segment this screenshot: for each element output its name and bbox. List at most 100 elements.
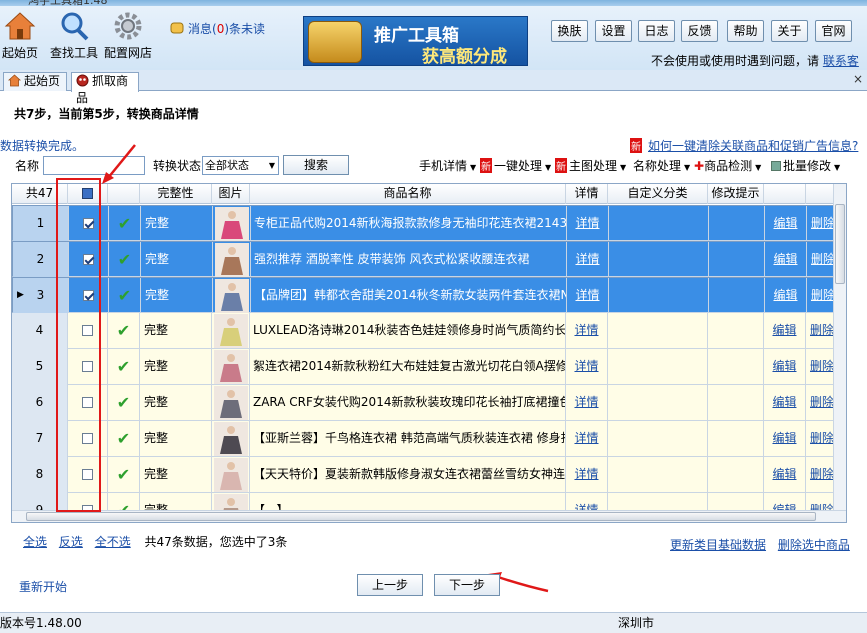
row-checkbox[interactable] bbox=[83, 254, 94, 265]
vertical-scrollbar[interactable] bbox=[833, 184, 846, 512]
delete-link[interactable]: 删除 bbox=[810, 395, 834, 409]
custom-category-cell[interactable] bbox=[609, 278, 709, 314]
row-checkbox[interactable] bbox=[82, 469, 93, 480]
prev-step-button[interactable]: 上一步 bbox=[357, 574, 423, 596]
edit-link[interactable]: 编辑 bbox=[772, 395, 796, 409]
edit-link[interactable]: 编辑 bbox=[772, 323, 796, 337]
product-thumbnail[interactable] bbox=[214, 243, 249, 277]
detail-link[interactable]: 详情 bbox=[574, 323, 598, 337]
table-row[interactable]: ▶ 3 ✔ 完整 【品牌团】韩都衣舍甜美2014秋冬新款女装两件套连衣裙NW... 详情编… bbox=[12, 277, 846, 314]
detail-link[interactable]: 详情 bbox=[574, 431, 598, 445]
goods-name-cell[interactable]: LUXLEAD洛诗琳2014秋装杏色娃娃领修身时尚气质简约长袖连... bbox=[250, 313, 566, 349]
goods-check-menu[interactable]: ✚商品检测 ▼ bbox=[694, 157, 761, 174]
table-row[interactable]: 1 ✔ 完整 专柜正品代购2014新秋海报款款修身无袖印花连衣裙2143082... 详… bbox=[12, 205, 846, 242]
image-cell[interactable] bbox=[212, 313, 250, 349]
image-cell[interactable] bbox=[213, 278, 251, 314]
vertical-scroll-thumb[interactable] bbox=[835, 204, 845, 284]
image-cell[interactable] bbox=[213, 206, 251, 242]
find-tools-button[interactable]: 查找工具 bbox=[50, 10, 98, 61]
feedback-button[interactable]: 反馈 bbox=[681, 20, 718, 42]
header-select-all[interactable] bbox=[68, 184, 108, 204]
delete-link[interactable]: 删除 bbox=[811, 288, 835, 302]
edit-link[interactable]: 编辑 bbox=[773, 252, 797, 266]
goods-name-cell[interactable]: 絮连衣裙2014新款秋粉红大布娃娃复古激光切花白领A摆修身... bbox=[250, 349, 566, 385]
row-select-cell[interactable] bbox=[68, 313, 108, 349]
delete-link[interactable]: 删除 bbox=[810, 323, 834, 337]
row-checkbox[interactable] bbox=[83, 218, 94, 229]
select-none-link[interactable]: 全不选 bbox=[95, 535, 131, 549]
custom-category-cell[interactable] bbox=[608, 385, 708, 421]
row-checkbox[interactable] bbox=[82, 433, 93, 444]
goods-name-cell[interactable]: 【天天特价】夏装新款韩版修身淑女连衣裙蕾丝雪纺女神连衣... bbox=[250, 457, 566, 493]
message-indicator[interactable]: 消息(0)条未读 bbox=[170, 20, 265, 37]
delete-link[interactable]: 删除 bbox=[810, 431, 834, 445]
log-button[interactable]: 日志 bbox=[638, 20, 675, 42]
about-button[interactable]: 关于 bbox=[771, 20, 808, 42]
row-select-cell[interactable] bbox=[68, 349, 108, 385]
product-thumbnail[interactable] bbox=[213, 458, 248, 492]
detail-link[interactable]: 详情 bbox=[574, 395, 598, 409]
goods-name-cell[interactable]: ZARA CRF女装代购2014新款秋装玫瑰印花长袖打底裙撞色弹... bbox=[250, 385, 566, 421]
promo-banner[interactable]: 推广工具箱 获高额分成 bbox=[303, 16, 528, 67]
help-button[interactable]: 帮助 bbox=[727, 20, 764, 42]
product-thumbnail[interactable] bbox=[214, 279, 249, 313]
edit-link[interactable]: 编辑 bbox=[772, 431, 796, 445]
row-select-cell[interactable] bbox=[68, 421, 108, 457]
image-cell[interactable] bbox=[212, 421, 250, 457]
goods-name-cell[interactable]: 【品牌团】韩都衣舍甜美2014秋冬新款女装两件套连衣裙NW... bbox=[251, 278, 567, 314]
custom-category-cell[interactable] bbox=[608, 313, 708, 349]
mobile-detail-menu[interactable]: 手机详情 ▼ bbox=[419, 157, 476, 174]
update-category-link[interactable]: 更新类目基础数据 bbox=[670, 538, 766, 552]
product-thumbnail[interactable] bbox=[213, 314, 248, 348]
batch-edit-menu[interactable]: 批量修改 ▼ bbox=[771, 157, 840, 174]
row-select-cell[interactable] bbox=[68, 385, 108, 421]
restart-link[interactable]: 重新开始 bbox=[19, 578, 67, 595]
goods-name-cell[interactable]: 强烈推荐 酒脱率性 皮带装饰 风衣式松紧收腰连衣裙 bbox=[251, 242, 567, 278]
delete-link[interactable]: 删除 bbox=[810, 467, 834, 481]
table-row[interactable]: 4 ✔ 完整 LUXLEAD洛诗琳2014秋装杏色娃娃领修身时尚气质简约长袖连... 详… bbox=[12, 313, 846, 349]
table-row[interactable]: 5 ✔ 完整 絮连衣裙2014新款秋粉红大布娃娃复古激光切花白领A摆修身... 详情 编辑… bbox=[12, 349, 846, 385]
product-thumbnail[interactable] bbox=[213, 422, 248, 456]
edit-link[interactable]: 编辑 bbox=[773, 288, 797, 302]
row-select-cell[interactable] bbox=[69, 206, 109, 242]
close-tab-icon[interactable]: × bbox=[853, 72, 863, 86]
config-store-button[interactable]: 配置网店 bbox=[104, 10, 152, 61]
horizontal-scroll-thumb[interactable] bbox=[26, 512, 816, 521]
skin-button[interactable]: 换肤 bbox=[551, 20, 588, 42]
horizontal-scrollbar[interactable] bbox=[12, 510, 846, 522]
table-row[interactable]: 2 ✔ 完整 强烈推荐 酒脱率性 皮带装饰 风衣式松紧收腰连衣裙 详情 编辑 删除 bbox=[12, 241, 846, 278]
image-cell[interactable] bbox=[212, 457, 250, 493]
row-checkbox[interactable] bbox=[83, 290, 94, 301]
table-row[interactable]: 6 ✔ 完整 ZARA CRF女装代购2014新款秋装玫瑰印花长袖打底裙撞色弹... 详… bbox=[12, 385, 846, 421]
tab-home[interactable]: 起始页 bbox=[3, 72, 67, 91]
custom-category-cell[interactable] bbox=[608, 349, 708, 385]
custom-category-cell[interactable] bbox=[608, 421, 708, 457]
row-select-cell[interactable] bbox=[69, 278, 109, 314]
clear-ads-link[interactable]: 新如何一键清除关联商品和促销广告信息? bbox=[630, 137, 858, 154]
image-cell[interactable] bbox=[213, 242, 251, 278]
header-checkbox[interactable] bbox=[82, 188, 93, 199]
name-process-menu[interactable]: 名称处理 ▼ bbox=[633, 157, 690, 174]
custom-category-cell[interactable] bbox=[609, 206, 709, 242]
edit-link[interactable]: 编辑 bbox=[772, 467, 796, 481]
goods-name-cell[interactable]: 专柜正品代购2014新秋海报款款修身无袖印花连衣裙2143082... bbox=[251, 206, 567, 242]
row-checkbox[interactable] bbox=[82, 397, 93, 408]
row-select-cell[interactable] bbox=[68, 457, 108, 493]
image-cell[interactable] bbox=[212, 349, 250, 385]
status-filter-select[interactable]: 全部状态 ▼ bbox=[202, 156, 279, 175]
invert-selection-link[interactable]: 反选 bbox=[59, 535, 83, 549]
row-checkbox[interactable] bbox=[82, 361, 93, 372]
delete-link[interactable]: 删除 bbox=[810, 359, 834, 373]
one-click-menu[interactable]: 新一键处理 ▼ bbox=[480, 157, 551, 174]
detail-link[interactable]: 详情 bbox=[575, 252, 599, 266]
detail-link[interactable]: 详情 bbox=[575, 216, 599, 230]
table-row[interactable]: 8 ✔ 完整 【天天特价】夏装新款韩版修身淑女连衣裙蕾丝雪纺女神连衣... 详情 编辑 删除 bbox=[12, 457, 846, 493]
delete-link[interactable]: 删除 bbox=[811, 216, 835, 230]
table-row[interactable]: 7 ✔ 完整 【亚斯兰蓉】千鸟格连衣裙 韩范高端气质秋装连衣裙 修身打... 详情 编辑删… bbox=[12, 421, 846, 457]
edit-link[interactable]: 编辑 bbox=[773, 216, 797, 230]
website-button[interactable]: 官网 bbox=[815, 20, 852, 42]
search-button[interactable]: 搜索 bbox=[283, 155, 349, 175]
detail-link[interactable]: 详情 bbox=[575, 288, 599, 302]
main-image-menu[interactable]: 新主图处理 ▼ bbox=[555, 157, 626, 174]
next-step-button[interactable]: 下一步 bbox=[434, 574, 500, 596]
